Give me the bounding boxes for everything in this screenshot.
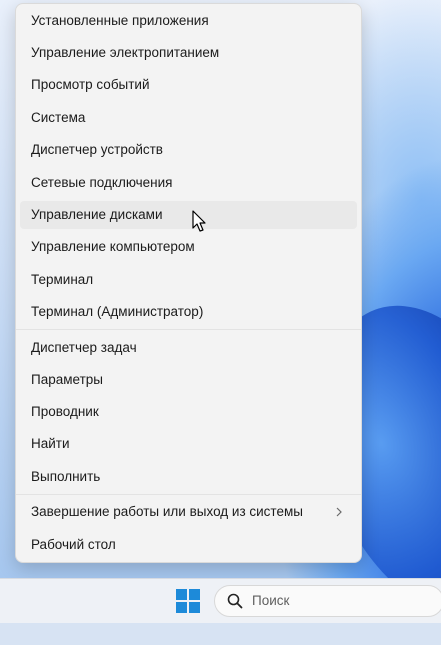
menu-item-label: Управление компьютером (31, 239, 195, 254)
menu-item-terminal-admin[interactable]: Терминал (Администратор) (20, 298, 357, 326)
menu-item-label: Установленные приложения (31, 13, 209, 28)
menu-item-label: Завершение работы или выход из системы (31, 504, 303, 519)
menu-item-label: Сетевые подключения (31, 175, 173, 190)
menu-item-run[interactable]: Выполнить (20, 463, 357, 491)
menu-item-settings[interactable]: Параметры (20, 366, 357, 394)
menu-item-event-viewer[interactable]: Просмотр событий (20, 71, 357, 99)
quick-link-menu: Установленные приложения Управление элек… (15, 3, 362, 563)
menu-item-label: Система (31, 110, 86, 125)
menu-item-label: Найти (31, 436, 70, 451)
menu-separator (16, 329, 361, 330)
menu-item-label: Проводник (31, 404, 99, 419)
menu-separator (16, 494, 361, 495)
search-placeholder: Поиск (252, 593, 290, 608)
menu-item-label: Диспетчер устройств (31, 142, 163, 157)
menu-item-file-explorer[interactable]: Проводник (20, 398, 357, 426)
menu-item-label: Выполнить (31, 469, 101, 484)
menu-item-disk-management[interactable]: Управление дисками (20, 201, 357, 229)
menu-item-task-manager[interactable]: Диспетчер задач (20, 334, 357, 362)
taskbar: Поиск (0, 578, 441, 623)
menu-item-label: Параметры (31, 372, 103, 387)
taskbar-search-box[interactable]: Поиск (214, 585, 441, 617)
menu-item-installed-apps[interactable]: Установленные приложения (20, 7, 357, 35)
menu-item-label: Рабочий стол (31, 537, 116, 552)
menu-item-desktop[interactable]: Рабочий стол (20, 531, 357, 559)
search-icon (227, 593, 243, 609)
windows-logo-icon[interactable] (176, 589, 200, 613)
mouse-cursor-icon (192, 210, 206, 232)
menu-item-label: Диспетчер задач (31, 340, 137, 355)
menu-item-label: Управление электропитанием (31, 45, 220, 60)
menu-item-label: Просмотр событий (31, 77, 150, 92)
menu-item-shutdown-signout[interactable]: Завершение работы или выход из системы (20, 498, 357, 526)
menu-item-network-connections[interactable]: Сетевые подключения (20, 169, 357, 197)
menu-item-power-options[interactable]: Управление электропитанием (20, 39, 357, 67)
menu-item-label: Терминал (31, 272, 94, 287)
menu-item-label: Управление дисками (31, 207, 163, 222)
menu-item-device-manager[interactable]: Диспетчер устройств (20, 136, 357, 164)
menu-item-label: Терминал (Администратор) (31, 304, 204, 319)
menu-item-system[interactable]: Система (20, 104, 357, 132)
menu-item-search[interactable]: Найти (20, 430, 357, 458)
menu-item-terminal[interactable]: Терминал (20, 266, 357, 294)
menu-item-computer-management[interactable]: Управление компьютером (20, 233, 357, 261)
